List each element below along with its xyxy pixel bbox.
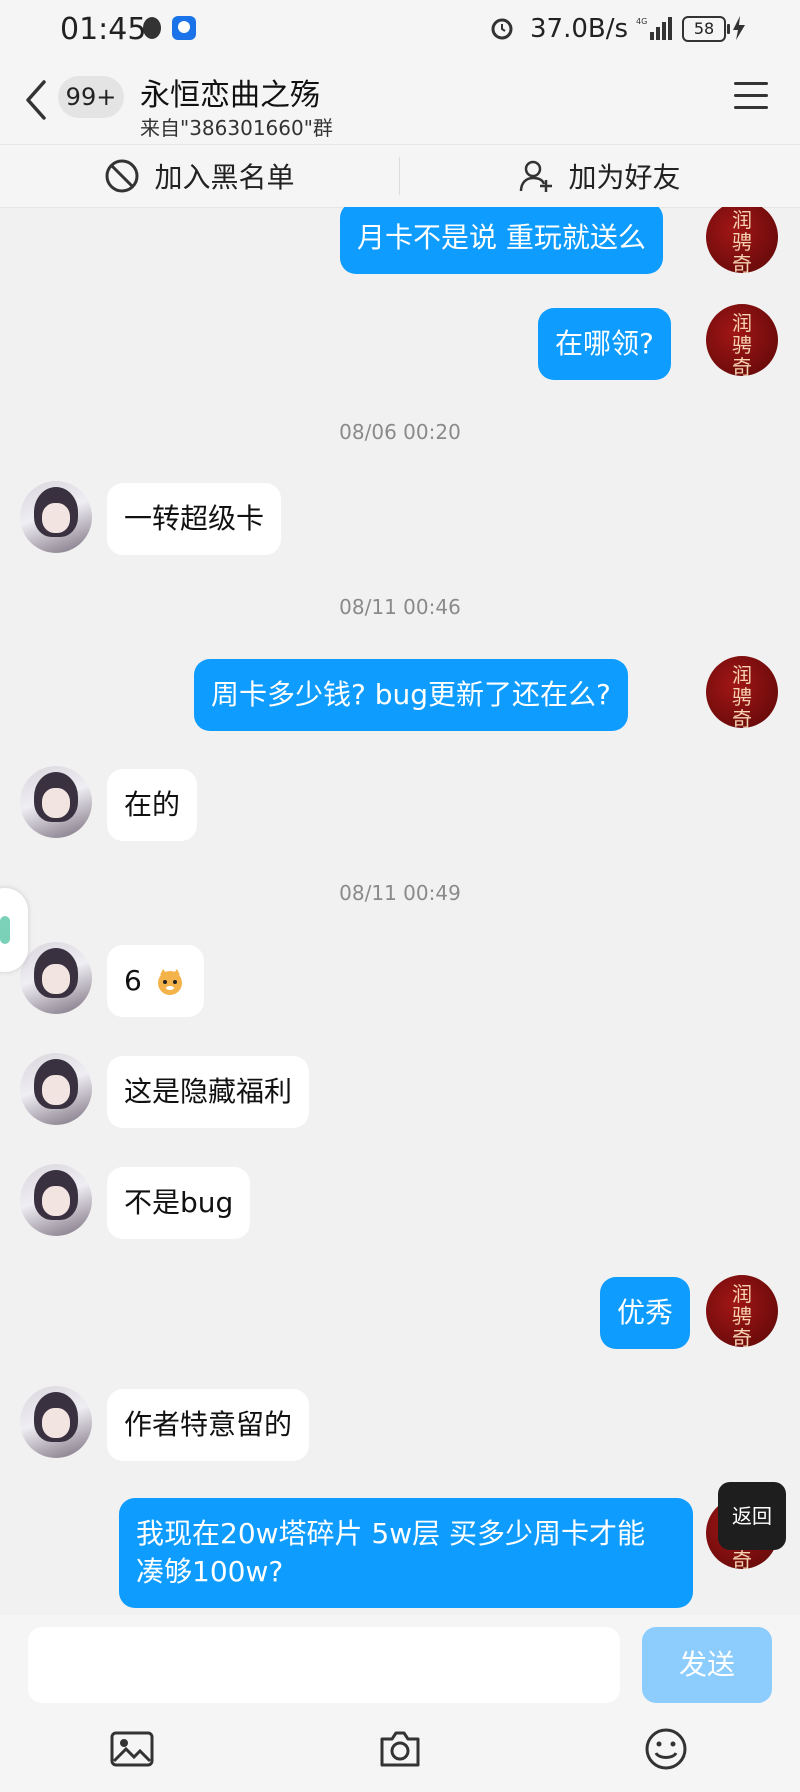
battery-indicator: 58 bbox=[682, 16, 730, 42]
status-time: 01:45 bbox=[60, 12, 147, 47]
my-avatar[interactable]: 润骋奇 bbox=[706, 304, 778, 376]
contact-avatar[interactable] bbox=[20, 1386, 92, 1458]
floating-side-handle[interactable] bbox=[0, 888, 28, 972]
menu-icon[interactable] bbox=[734, 82, 768, 112]
my-avatar[interactable]: 润骋奇 bbox=[706, 1275, 778, 1347]
my-avatar-text: 润骋奇 bbox=[732, 208, 752, 273]
message-bubble-sent[interactable]: 周卡多少钱? bug更新了还在么? bbox=[194, 659, 628, 731]
message-bubble-received[interactable]: 在的 bbox=[107, 769, 198, 841]
camera-icon[interactable] bbox=[376, 1725, 424, 1773]
message-timestamp: 08/06 00:20 bbox=[339, 420, 461, 444]
back-arrow-icon[interactable] bbox=[24, 78, 48, 122]
add-user-icon bbox=[520, 160, 553, 192]
contact-avatar[interactable] bbox=[20, 1053, 92, 1125]
contact-avatar[interactable] bbox=[20, 1164, 92, 1236]
my-avatar[interactable]: 润骋奇 bbox=[706, 207, 778, 273]
message-bubble-received[interactable]: 作者特意留的 bbox=[107, 1389, 310, 1461]
message-bubble-sent[interactable]: 优秀 bbox=[600, 1277, 691, 1349]
message-bubble-received[interactable]: 不是bug bbox=[107, 1167, 251, 1239]
message-text-line: 我现在20w塔碎片 5w层 买多少周卡才能 bbox=[136, 1517, 646, 1550]
qq-penguin-icon bbox=[143, 17, 161, 39]
message-text: 6 bbox=[124, 964, 142, 997]
block-icon bbox=[105, 159, 139, 193]
add-friend-label: 加为好友 bbox=[568, 161, 681, 194]
message-input[interactable] bbox=[28, 1627, 620, 1703]
charging-icon bbox=[733, 16, 745, 40]
message-bubble-received[interactable]: 这是隐藏福利 bbox=[107, 1056, 310, 1128]
add-friend-button[interactable]: 加为好友 bbox=[400, 145, 799, 207]
unread-count-badge[interactable]: 99+ bbox=[58, 76, 124, 118]
chat-message-list[interactable]: 月卡不是说 重玩就送么 润骋奇 在哪领? 润骋奇 08/06 00:20 一转超… bbox=[0, 207, 800, 1615]
return-floating-button[interactable]: 返回 bbox=[718, 1482, 786, 1550]
contact-avatar[interactable] bbox=[20, 481, 92, 553]
bottom-toolbar bbox=[0, 1715, 800, 1792]
chat-title: 永恒恋曲之殇 bbox=[140, 78, 320, 113]
my-avatar-text: 润骋奇 bbox=[732, 663, 752, 728]
chat-source-subtitle: 来自"386301660"群 bbox=[140, 116, 333, 140]
my-avatar[interactable]: 润骋奇 bbox=[706, 656, 778, 728]
contact-avatar[interactable] bbox=[20, 942, 92, 1014]
send-button[interactable]: 发送 bbox=[642, 1627, 772, 1703]
message-timestamp: 08/11 00:46 bbox=[339, 595, 461, 619]
add-to-blacklist-button[interactable]: 加入黑名单 bbox=[0, 145, 399, 207]
message-timestamp: 08/11 00:49 bbox=[339, 881, 461, 905]
emoji-icon[interactable] bbox=[642, 1725, 690, 1773]
my-avatar-text: 润骋奇 bbox=[732, 1282, 752, 1347]
status-bar: 01:45 37.0B/s 4G 58 bbox=[0, 0, 800, 56]
image-icon[interactable] bbox=[108, 1725, 156, 1773]
message-bubble-sent[interactable]: 月卡不是说 重玩就送么 bbox=[340, 207, 663, 274]
message-bubble-sent[interactable]: 我现在20w塔碎片 5w层 买多少周卡才能 凑够100w? bbox=[119, 1498, 693, 1608]
input-bar: 发送 bbox=[0, 1615, 800, 1715]
svg-text:4G: 4G bbox=[636, 17, 647, 26]
action-row: 加入黑名单 加为好友 bbox=[0, 144, 800, 208]
contact-avatar[interactable] bbox=[20, 766, 92, 838]
my-avatar-text: 润骋奇 bbox=[732, 311, 752, 376]
alarm-icon bbox=[491, 18, 513, 40]
signal-icon: 4G bbox=[636, 17, 672, 40]
message-bubble-sent[interactable]: 在哪领? bbox=[538, 308, 671, 380]
network-rate: 37.0B/s bbox=[530, 14, 629, 44]
cat-sticker-icon bbox=[157, 969, 182, 995]
message-bubble-received[interactable]: 一转超级卡 bbox=[107, 483, 282, 555]
add-to-blacklist-label: 加入黑名单 bbox=[154, 161, 295, 194]
message-bubble-received[interactable]: 6 bbox=[107, 945, 204, 1017]
message-text-line: 凑够100w? bbox=[136, 1555, 284, 1588]
app-notification-icon bbox=[172, 16, 196, 40]
chat-header: 99+ 永恒恋曲之殇 来自"386301660"群 bbox=[0, 56, 800, 144]
